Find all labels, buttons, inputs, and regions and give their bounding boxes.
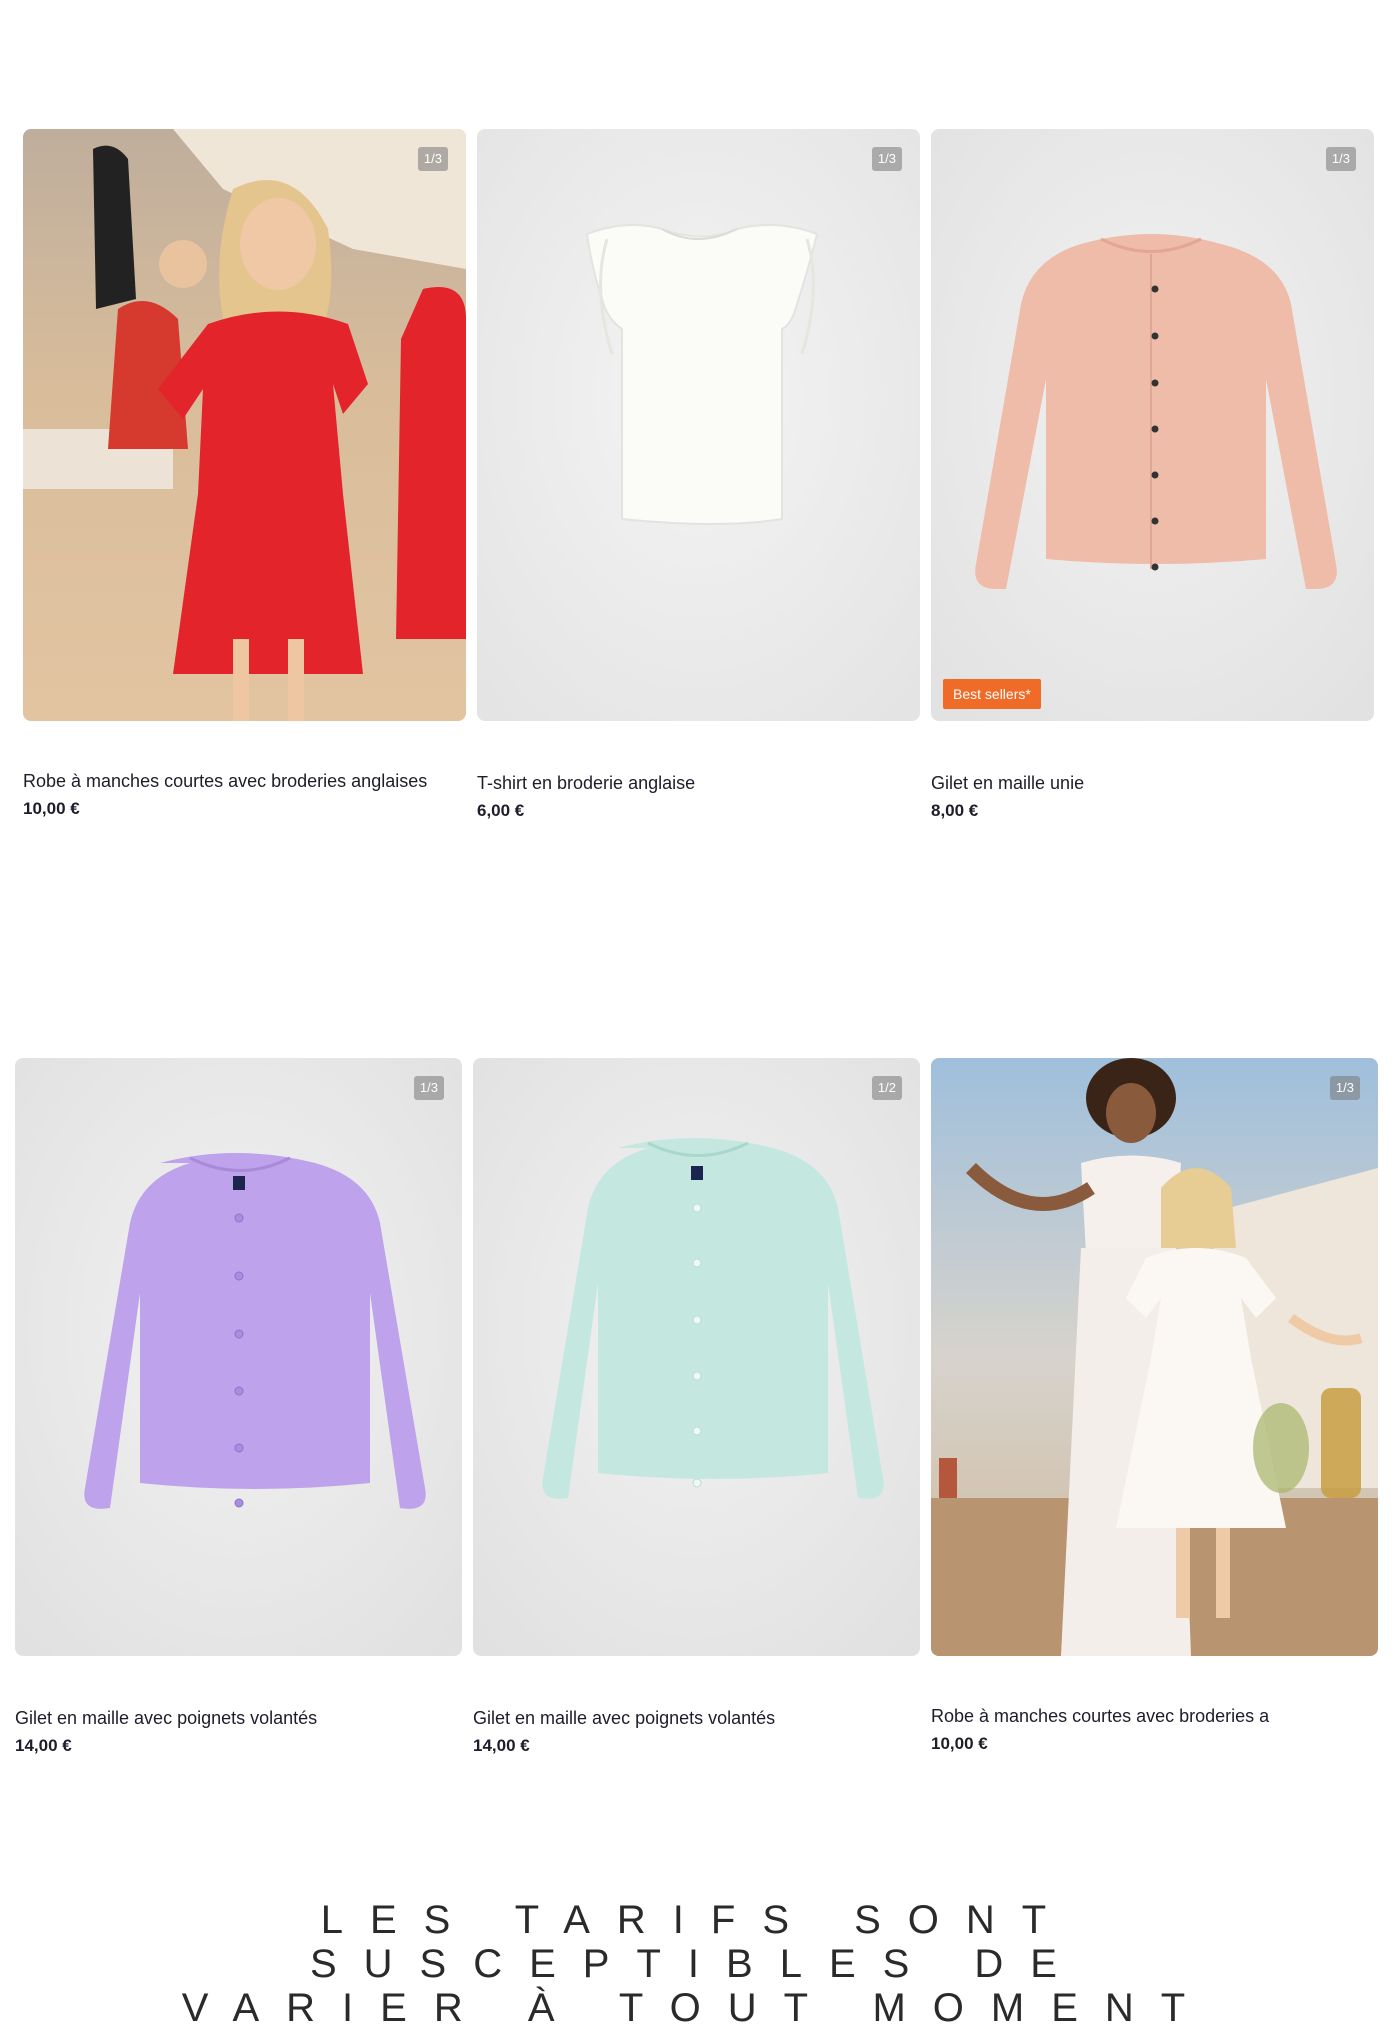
product-price: 8,00 €	[931, 801, 979, 820]
product-image[interactable]	[15, 1058, 462, 1656]
product-title[interactable]: Gilet en maille avec poignets volantés	[473, 1708, 775, 1729]
image-counter: 1/3	[1325, 147, 1356, 171]
image-counter: 1/3	[871, 147, 902, 171]
product-price: 14,00 €	[473, 1736, 530, 1755]
image-counter: 1/3	[1329, 1076, 1360, 1100]
disclaimer-line-1: LES TARIFS SONT SUSCEPTIBLES DE	[309, 1898, 1084, 1986]
product-image[interactable]	[931, 129, 1374, 721]
best-sellers-badge: Best sellers*	[943, 679, 1041, 709]
product-price: 14,00 €	[15, 1736, 72, 1755]
product-price: 10,00 €	[23, 799, 80, 818]
product-title[interactable]: T-shirt en broderie anglaise	[477, 773, 695, 794]
lilac-cardigan-photo	[15, 1058, 462, 1656]
product-card[interactable]: 1/3 Best sellers* Gilet en maille unie 8…	[931, 129, 1374, 829]
product-title[interactable]: Gilet en maille unie	[931, 773, 1084, 794]
product-title[interactable]: Robe à manches courtes avec broderies a	[931, 1706, 1269, 1727]
mint-cardigan-photo	[473, 1058, 920, 1656]
product-title[interactable]: Robe à manches courtes avec broderies an…	[23, 771, 427, 792]
product-card[interactable]: 1/3 Robe à manches courtes avec broderie…	[23, 129, 466, 829]
product-card[interactable]: 1/3 T-shirt en broderie anglaise 6,00 €	[477, 129, 920, 829]
girl-red-dress-beach-photo	[23, 129, 466, 721]
product-card[interactable]: 1/3 Gilet en maille avec poignets volant…	[15, 1058, 462, 1758]
image-counter: 1/3	[413, 1076, 444, 1100]
product-price: 6,00 €	[477, 801, 525, 820]
product-price: 10,00 €	[931, 1734, 988, 1753]
product-image[interactable]	[931, 1058, 1378, 1656]
product-image[interactable]	[477, 129, 920, 721]
price-disclaimer: LES TARIFS SONT SUSCEPTIBLES DE VARIER À…	[0, 1898, 1394, 2030]
product-card[interactable]: 1/3 Robe à manches courtes avec broderie…	[931, 1058, 1378, 1758]
image-counter: 1/3	[417, 147, 448, 171]
pink-cardigan-photo	[931, 129, 1374, 721]
white-ruffle-tshirt-photo	[477, 129, 920, 721]
product-card[interactable]: 1/2 Gilet en maille avec poignets volant…	[473, 1058, 920, 1758]
image-counter: 1/2	[871, 1076, 902, 1100]
woman-girl-white-dress-photo	[931, 1058, 1378, 1656]
disclaimer-line-2: VARIER À TOUT MOMENT	[181, 1986, 1213, 2030]
product-title[interactable]: Gilet en maille avec poignets volantés	[15, 1708, 317, 1729]
product-image[interactable]	[473, 1058, 920, 1656]
product-image[interactable]	[23, 129, 466, 721]
